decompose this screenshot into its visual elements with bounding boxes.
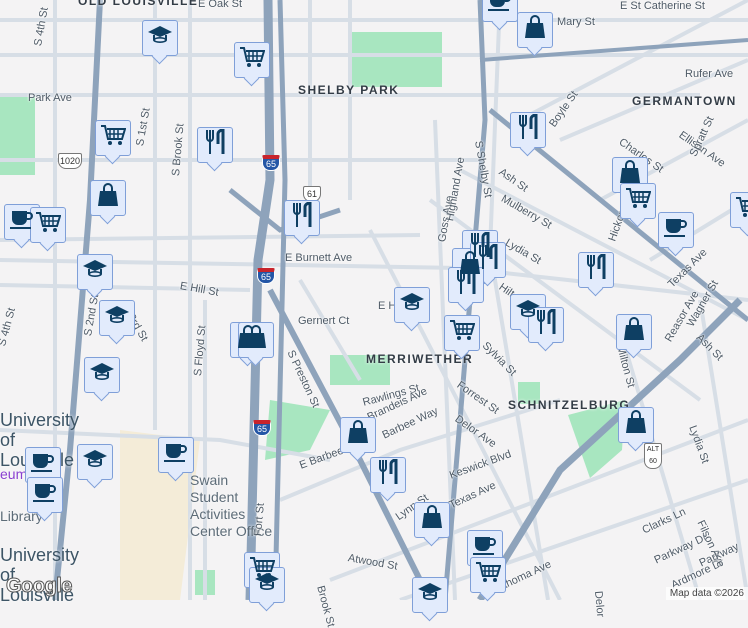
map-marker-restaurant[interactable] bbox=[284, 200, 320, 236]
coffee-icon bbox=[33, 481, 57, 509]
grocery-icon bbox=[735, 196, 748, 224]
map-marker-grocery[interactable] bbox=[620, 183, 656, 219]
neighborhood-germantown: GERMANTOWN bbox=[632, 94, 737, 108]
coffee-icon bbox=[31, 451, 55, 479]
map-marker-restaurant[interactable] bbox=[197, 127, 233, 163]
restaurant-icon bbox=[585, 253, 607, 286]
grocery-icon bbox=[625, 187, 652, 215]
map-marker-coffee[interactable] bbox=[27, 477, 63, 513]
map-marker-school[interactable] bbox=[77, 254, 113, 290]
shopping-icon bbox=[347, 420, 369, 450]
map-marker-shopping[interactable] bbox=[517, 12, 553, 48]
map-marker-coffee[interactable] bbox=[158, 437, 194, 473]
street-label: Mary St bbox=[557, 16, 595, 28]
school-icon bbox=[82, 448, 108, 476]
route-1020-shield: 1020 bbox=[58, 153, 82, 169]
map-marker-grocery[interactable] bbox=[470, 557, 506, 593]
shopping-icon bbox=[421, 505, 443, 535]
school-icon bbox=[399, 291, 425, 319]
map-marker-shopping[interactable] bbox=[616, 314, 652, 350]
shopping-icon bbox=[623, 317, 645, 347]
street-label: E Oak St bbox=[198, 0, 243, 10]
grocery-icon bbox=[35, 211, 62, 239]
map-marker-grocery[interactable] bbox=[730, 192, 748, 228]
grocery-icon bbox=[449, 319, 476, 347]
school-icon bbox=[254, 571, 280, 599]
street-label: Park Ave bbox=[28, 92, 72, 104]
map-marker-school[interactable] bbox=[77, 444, 113, 480]
i65-shield: 65 bbox=[257, 268, 275, 284]
map-marker-restaurant[interactable] bbox=[578, 252, 614, 288]
neighborhood-schnitzelburg: SCHNITZELBURG bbox=[508, 398, 631, 412]
street-label: Gernert Ct bbox=[298, 315, 350, 327]
map-marker-shopping[interactable] bbox=[618, 407, 654, 443]
street-label: Delor bbox=[592, 590, 607, 618]
school-icon bbox=[417, 581, 443, 609]
restaurant-icon bbox=[291, 201, 313, 234]
route-alt60-shield: ALT 60 bbox=[644, 443, 662, 469]
shopping-icon bbox=[524, 15, 546, 45]
restaurant-icon bbox=[535, 308, 557, 341]
school-icon bbox=[82, 258, 108, 286]
map-marker-school[interactable] bbox=[84, 357, 120, 393]
grocery-icon bbox=[475, 561, 502, 589]
grocery-icon bbox=[100, 124, 127, 152]
map-marker-school[interactable] bbox=[412, 577, 448, 613]
map-marker-coffee[interactable] bbox=[658, 212, 694, 248]
map-marker-school[interactable] bbox=[99, 300, 135, 336]
map-marker-grocery[interactable] bbox=[444, 315, 480, 351]
map-attribution[interactable]: Map data ©2026 bbox=[665, 587, 748, 600]
shopping-icon bbox=[625, 410, 647, 440]
map-marker-shopping[interactable] bbox=[90, 180, 126, 216]
map-marker-grocery[interactable] bbox=[30, 207, 66, 243]
school-icon bbox=[147, 24, 173, 52]
street-label: E Burnett Ave bbox=[285, 252, 353, 264]
restaurant-icon bbox=[204, 128, 226, 161]
coffee-icon bbox=[164, 441, 188, 469]
i65-shield: 65 bbox=[253, 420, 271, 436]
map-marker-school[interactable] bbox=[249, 567, 285, 603]
map-marker-restaurant[interactable] bbox=[370, 457, 406, 493]
neighborhood-shelby-park: SHELBY PARK bbox=[298, 83, 400, 97]
map-marker-grocery[interactable] bbox=[95, 120, 131, 156]
google-logo: Google bbox=[6, 575, 73, 598]
place-museum[interactable]: eum bbox=[0, 466, 27, 483]
grocery-icon bbox=[239, 46, 266, 74]
school-icon bbox=[89, 361, 115, 389]
map-marker-shopping[interactable] bbox=[340, 417, 376, 453]
shopping-icon bbox=[245, 325, 267, 355]
restaurant-icon bbox=[377, 458, 399, 491]
neighborhood-old-louisville: OLD LOUISVILLE bbox=[78, 0, 199, 8]
map-marker-grocery[interactable] bbox=[234, 42, 270, 78]
coffee-icon bbox=[664, 216, 688, 244]
map-marker-school[interactable] bbox=[142, 20, 178, 56]
coffee-icon bbox=[488, 0, 512, 18]
i65-shield: 65 bbox=[262, 155, 280, 171]
shopping-icon bbox=[97, 183, 119, 213]
map-marker-restaurant[interactable] bbox=[510, 112, 546, 148]
street-label: E St Catherine St bbox=[620, 0, 705, 12]
map-marker-school[interactable] bbox=[394, 287, 430, 323]
restaurant-icon bbox=[517, 113, 539, 146]
school-icon bbox=[104, 304, 130, 332]
street-label: Rufer Ave bbox=[685, 68, 734, 80]
restaurant-icon bbox=[455, 268, 477, 301]
map-marker-coffee[interactable] bbox=[482, 0, 518, 22]
map-marker-shopping[interactable] bbox=[414, 502, 450, 538]
